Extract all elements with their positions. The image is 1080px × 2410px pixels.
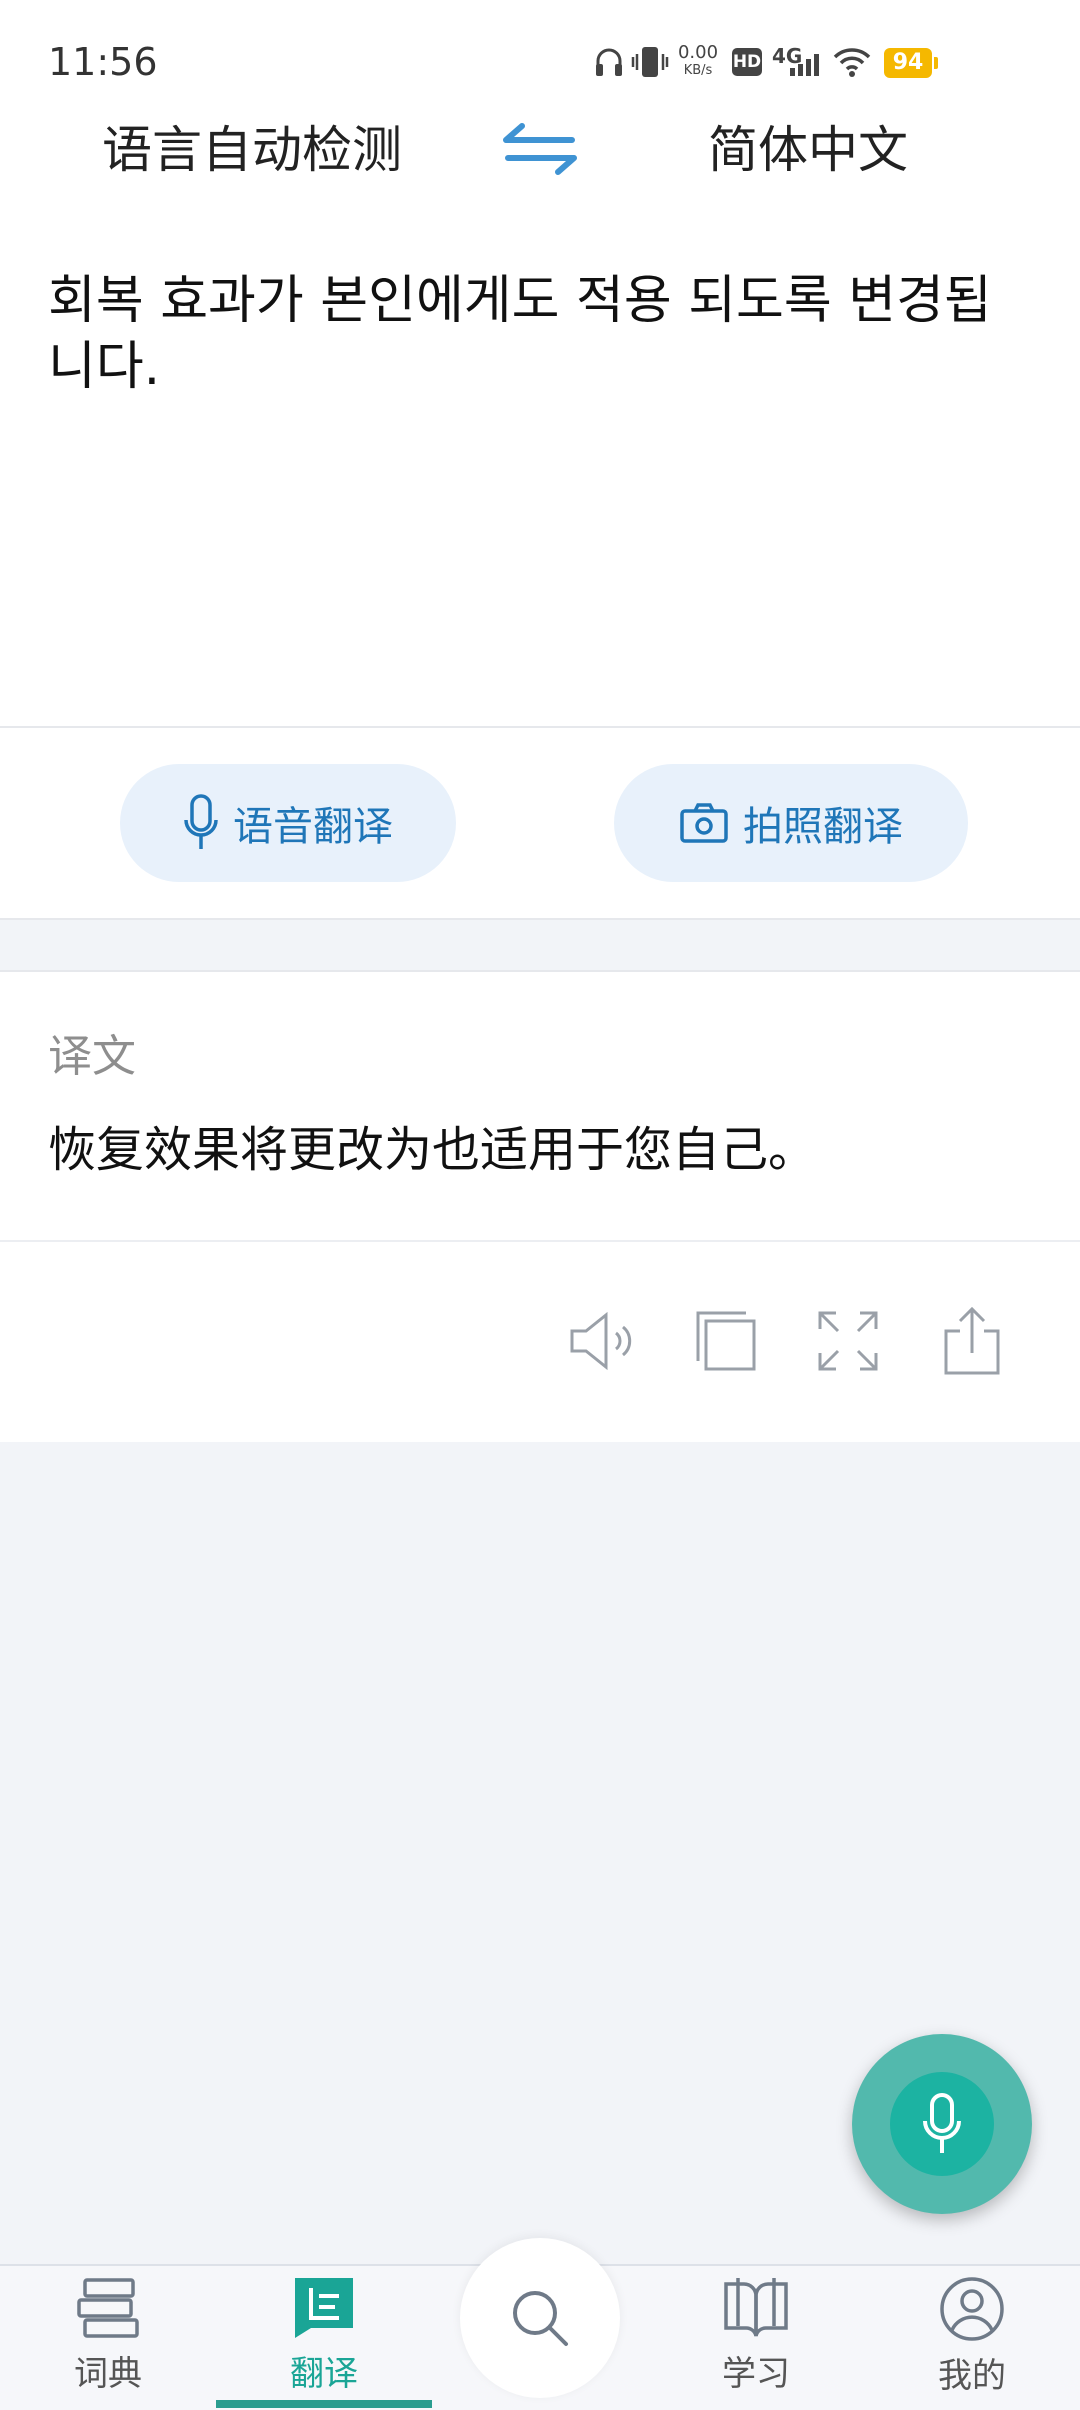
microphone-icon	[184, 794, 218, 849]
nav-item-profile[interactable]: 我的	[902, 2276, 1042, 2408]
voice-translate-label: 语音翻译	[233, 804, 393, 850]
translation-label: 译文	[48, 1031, 136, 1082]
swap-languages-button[interactable]	[500, 118, 580, 178]
active-tab-indicator	[216, 2400, 432, 2408]
translation-text[interactable]: 恢复效果将更改为也适用于您自己。	[48, 1110, 816, 1180]
battery-icon: 94	[884, 48, 938, 78]
hd-icon: HD	[732, 48, 762, 76]
source-language-selector[interactable]: 语言自动检测	[102, 110, 402, 182]
fullscreen-icon[interactable]	[812, 1305, 884, 1377]
voice-fab-button[interactable]	[852, 2034, 1032, 2214]
status-time: 11:56	[48, 40, 158, 84]
wifi-icon	[830, 44, 874, 80]
photo-translate-label: 拍照翻译	[743, 804, 903, 850]
copy-icon[interactable]	[690, 1305, 762, 1377]
target-language-selector[interactable]: 简体中文	[708, 110, 908, 182]
profile-icon	[940, 2277, 1004, 2341]
voice-translate-button[interactable]: 语音翻译	[120, 764, 456, 882]
divider	[0, 1240, 1080, 1242]
translate-icon	[295, 2278, 353, 2338]
source-text[interactable]: 회복 효과가 본인에게도 적용 되도록 변경됩니다.	[48, 268, 1038, 400]
vibrate-icon	[630, 44, 670, 80]
dictionary-icon	[77, 2278, 139, 2338]
share-icon[interactable]	[936, 1305, 1008, 1377]
nav-item-search[interactable]	[460, 2238, 620, 2398]
search-icon	[513, 2291, 568, 2346]
speed-unit: KB/s	[683, 63, 713, 78]
translation-card	[0, 970, 1080, 1442]
nav-label: 词典	[74, 2354, 142, 2394]
fab-inner	[890, 2072, 994, 2176]
speed-value: 0.00	[677, 42, 719, 63]
headphones-icon	[592, 44, 626, 80]
nav-label: 我的	[938, 2356, 1006, 2396]
nav-label: 学习	[722, 2354, 790, 2394]
nav-item-translate[interactable]: 翻译	[254, 2276, 394, 2408]
camera-icon	[680, 803, 728, 843]
microphone-icon	[923, 2093, 961, 2153]
photo-translate-button[interactable]: 拍照翻译	[614, 764, 968, 882]
signal-icon	[782, 44, 822, 80]
nav-label: 翻译	[290, 2354, 358, 2394]
nav-item-dictionary[interactable]: 词典	[38, 2276, 178, 2408]
speaker-icon[interactable]	[566, 1305, 638, 1377]
nav-item-learn[interactable]: 学习	[686, 2276, 826, 2408]
book-icon	[724, 2278, 788, 2337]
network-speed: 0.00 KB/s	[676, 44, 720, 80]
swap-arrows-icon	[503, 123, 577, 175]
